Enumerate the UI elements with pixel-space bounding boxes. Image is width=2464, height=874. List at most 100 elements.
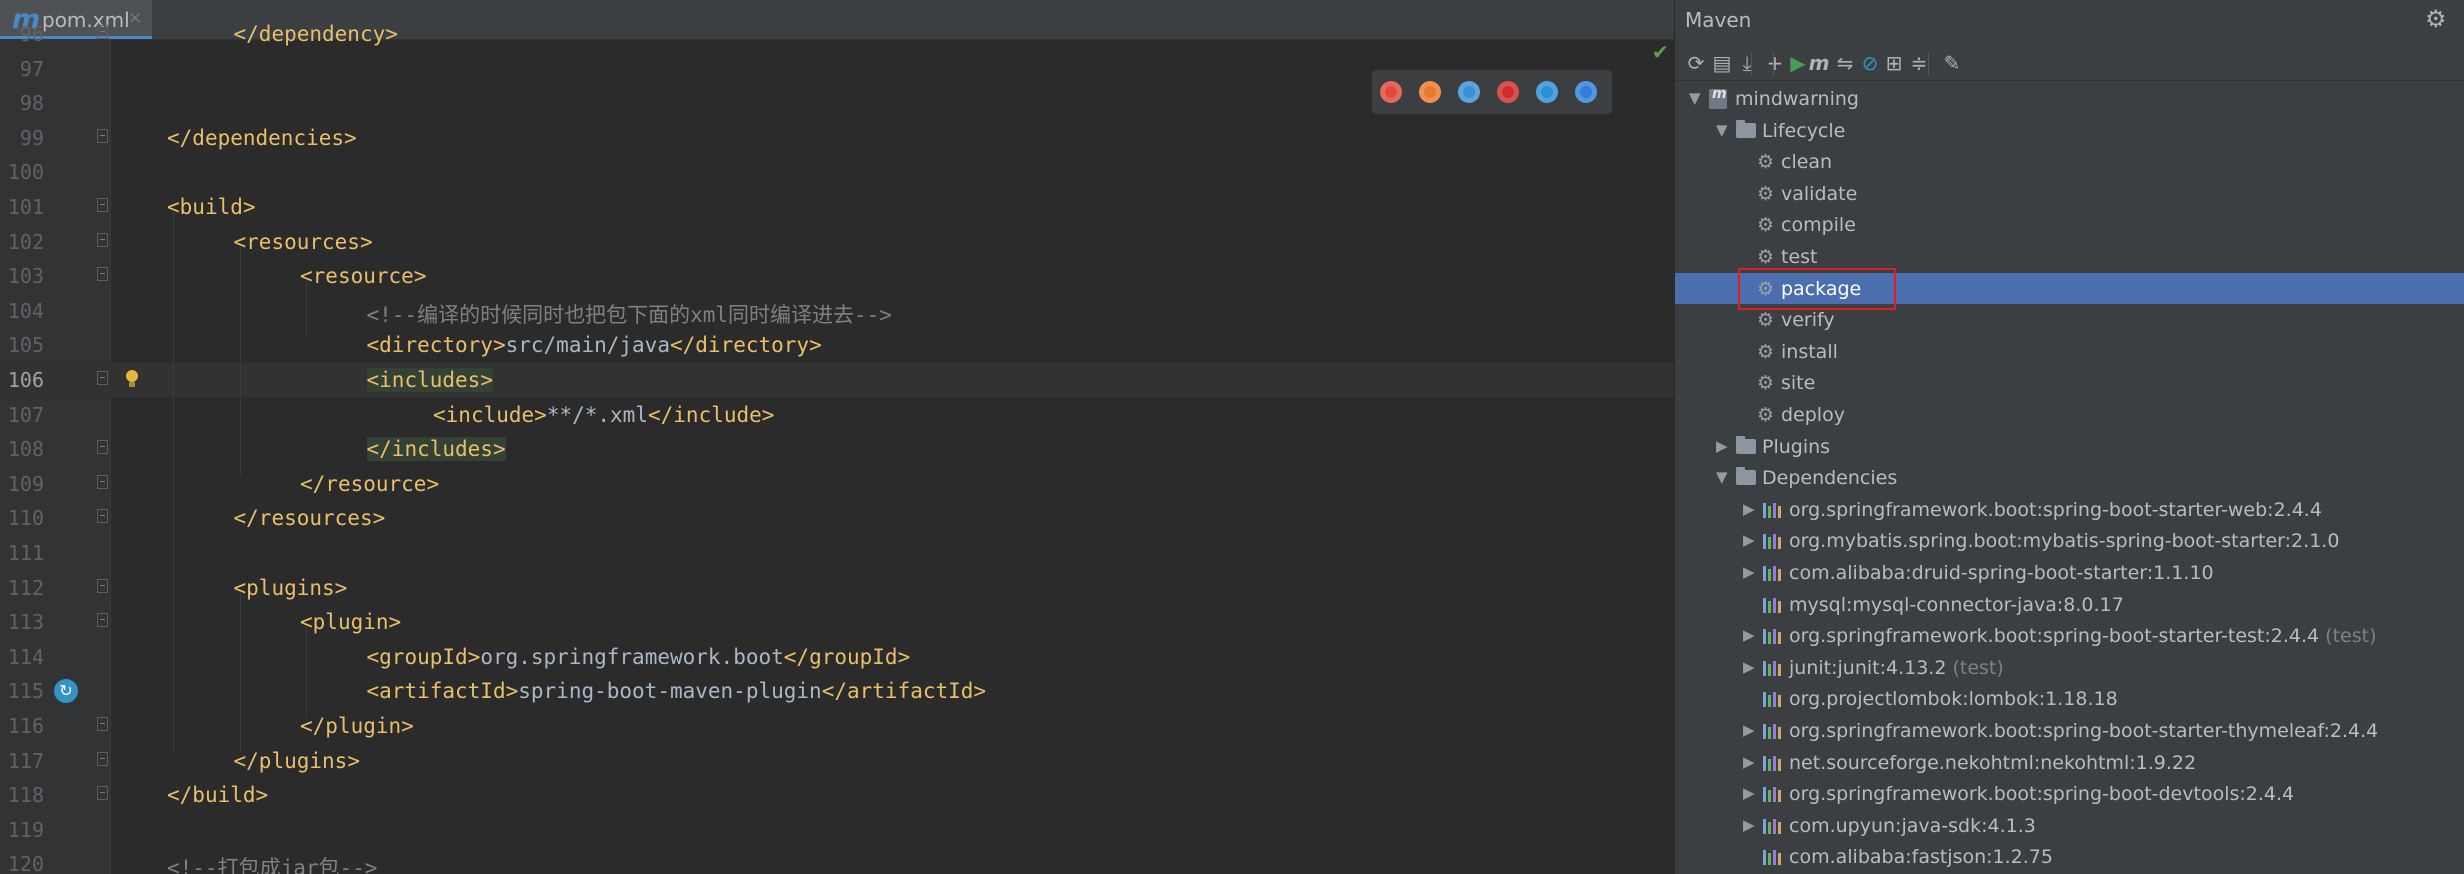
dependency-item[interactable]: ▶ org.springframework.boot:spring-boot-st… — [1675, 620, 2464, 651]
code-line[interactable]: 114 <groupId>org.springframework.boot</gr… — [0, 640, 1674, 674]
dependency-item[interactable]: ▶ org.mybatis.spring.boot:mybatis-spring-… — [1675, 525, 2464, 556]
firefox-icon[interactable] — [1419, 81, 1441, 103]
chevron-right-icon[interactable]: ▶ — [1743, 500, 1755, 518]
download-icon[interactable]: ⤓ — [1732, 48, 1762, 78]
fold-marker-icon[interactable] — [97, 474, 108, 489]
chevron-right-icon[interactable]: ▶ — [1743, 658, 1755, 676]
line-number: 114 — [7, 644, 44, 669]
code-line[interactable]: 108 </includes> — [0, 432, 1674, 466]
chevron-right-icon[interactable]: ▶ — [1743, 816, 1755, 834]
safari-icon[interactable] — [1458, 81, 1480, 103]
code-line[interactable]: 111 — [0, 536, 1674, 570]
lifecycle-goal-validate[interactable]: ⚙ validate — [1675, 178, 2464, 209]
dependency-item[interactable]: ▶ com.alibaba:druid-spring-boot-starter:1… — [1675, 557, 2464, 588]
dependency-item[interactable]: org.projectlombok:lombok:1.18.18 — [1675, 683, 2464, 714]
tree-node-lifecycle[interactable]: ▼ Lifecycle — [1675, 115, 2464, 146]
code-line[interactable]: 120 <!--打包成jar包--> — [0, 847, 1674, 874]
gear-icon[interactable]: ⚙ — [2425, 5, 2447, 33]
chevron-down-icon[interactable]: ▼ — [1716, 468, 1728, 486]
lightbulb-icon[interactable] — [124, 370, 140, 388]
chevron-right-icon[interactable]: ▶ — [1743, 784, 1755, 802]
code-text: <resource> — [300, 264, 427, 289]
code-line[interactable]: 96 </dependency> — [0, 17, 1674, 51]
fold-marker-icon[interactable] — [97, 717, 108, 731]
chevron-right-icon[interactable]: ▶ — [1743, 753, 1755, 771]
lifecycle-goal-package[interactable]: ⚙ package — [1675, 272, 2464, 304]
fold-marker-icon[interactable] — [97, 613, 108, 628]
tree-item-label: com.upyun:java-sdk:4.1.3 — [1789, 815, 2036, 837]
edge-icon[interactable] — [1575, 81, 1597, 103]
code-line[interactable]: 116 </plugin> — [0, 709, 1674, 743]
opera-icon[interactable] — [1497, 81, 1519, 103]
code-line[interactable]: 115 ↻ <artifactId>spring-boot-maven-plugin… — [0, 674, 1674, 708]
chevron-right-icon[interactable]: ▶ — [1743, 626, 1755, 644]
dependency-item[interactable]: ▶ com.upyun:java-sdk:4.1.3 — [1675, 810, 2464, 841]
code-line[interactable]: 119 — [0, 813, 1674, 847]
fold-marker-icon[interactable] — [97, 128, 108, 143]
lifecycle-goal-install[interactable]: ⚙ install — [1675, 336, 2464, 367]
code-line[interactable]: 107 <include>**/*.xml</include> — [0, 398, 1674, 432]
fold-marker-icon[interactable] — [97, 440, 108, 455]
lifecycle-goal-verify[interactable]: ⚙ verify — [1675, 304, 2464, 335]
code-line[interactable]: 100 — [0, 155, 1674, 189]
tree-item-text: org.projectlombok:lombok:1.18.18 — [1789, 688, 2118, 711]
tree-node-plugins[interactable]: ▶ Plugins — [1675, 431, 2464, 462]
code-line[interactable]: 106 <includes> — [0, 363, 1674, 397]
code-line[interactable]: 118 </build> — [0, 778, 1674, 812]
lifecycle-goal-test[interactable]: ⚙ test — [1675, 241, 2464, 272]
chevron-right-icon[interactable]: ▶ — [1743, 563, 1755, 581]
tree-item-text: org.springframework.boot:spring-boot-sta… — [1789, 720, 2379, 742]
fold-marker-icon[interactable] — [97, 509, 108, 524]
fold-marker-icon[interactable] — [97, 786, 108, 801]
fold-marker-icon[interactable] — [97, 578, 108, 593]
dependency-item[interactable]: com.alibaba:fastjson:1.2.75 — [1675, 841, 2464, 872]
code-line[interactable]: 113 <plugin> — [0, 605, 1674, 639]
code-line[interactable]: 104 <!--编译的时候同时也把包下面的xml同时编译进去--> — [0, 294, 1674, 328]
tree-item-label: site — [1781, 372, 1815, 394]
maven-reload-gutter-icon[interactable]: ↻ — [54, 679, 78, 704]
lifecycle-goal-site[interactable]: ⚙ site — [1675, 367, 2464, 398]
fold-marker-icon[interactable] — [97, 267, 108, 282]
dependency-item[interactable]: ▶ org.springframework.boot:spring-boot-st… — [1675, 715, 2464, 746]
chevron-down-icon[interactable]: ▼ — [1716, 121, 1728, 139]
code-line[interactable]: 110 </resources> — [0, 501, 1674, 535]
chevron-right-icon[interactable]: ▶ — [1716, 437, 1728, 455]
tree-node-mindwarning[interactable]: ▼ mindwarning — [1675, 83, 2464, 114]
library-icon — [1763, 724, 1783, 739]
code-editor[interactable]: m pom.xml × 96 </dependency> 97 98 99 </depen… — [0, 0, 1674, 874]
code-line[interactable]: 105 <directory>src/main/java</directory> — [0, 328, 1674, 362]
lifecycle-goal-deploy[interactable]: ⚙ deploy — [1675, 399, 2464, 430]
dependency-item[interactable]: ▶ org.springframework.boot:spring-boot-st… — [1675, 494, 2464, 525]
fold-marker-icon[interactable] — [97, 198, 108, 212]
code-line[interactable]: 101 <build> — [0, 190, 1674, 224]
collapse-all-icon[interactable]: ≑ — [1904, 48, 1934, 78]
lifecycle-goal-clean[interactable]: ⚙ clean — [1675, 146, 2464, 177]
chevron-right-icon[interactable]: ▶ — [1743, 721, 1755, 739]
dependency-item[interactable]: ▶ junit:junit:4.13.2 (test) — [1675, 652, 2464, 683]
chevron-right-icon[interactable]: ▶ — [1743, 531, 1755, 549]
code-line[interactable]: 103 <resource> — [0, 259, 1674, 293]
dependency-item[interactable]: mysql:mysql-connector-java:8.0.17 — [1675, 589, 2464, 620]
code-line[interactable]: 117 </plugins> — [0, 744, 1674, 778]
tree-item-text: Lifecycle — [1762, 119, 1846, 142]
code-line[interactable]: 109 </resource> — [0, 467, 1674, 501]
code-line[interactable]: 102 <resources> — [0, 225, 1674, 259]
code-line[interactable]: 112 <plugins> — [0, 571, 1674, 605]
fold-marker-icon[interactable] — [97, 25, 108, 39]
dependency-item[interactable]: ▶ net.sourceforge.nekohtml:nekohtml:1.9.2… — [1675, 747, 2464, 778]
tree-item-text: mindwarning — [1735, 88, 1859, 110]
settings-wrench-icon[interactable]: ✎ — [1937, 48, 1967, 78]
fold-marker-icon[interactable] — [97, 371, 108, 385]
tree-node-dependencies[interactable]: ▼ Dependencies — [1675, 462, 2464, 493]
ie-icon[interactable] — [1536, 81, 1558, 103]
chrome-icon[interactable] — [1380, 81, 1402, 103]
chevron-down-icon[interactable]: ▼ — [1689, 89, 1701, 107]
code-text: <build> — [167, 195, 256, 219]
code-line[interactable]: 99 </dependencies> — [0, 121, 1674, 155]
indent-guide — [306, 627, 307, 717]
lifecycle-goal-compile[interactable]: ⚙ compile — [1675, 209, 2464, 240]
fold-marker-icon[interactable] — [97, 751, 108, 766]
xml-tag: build — [179, 195, 243, 219]
dependency-item[interactable]: ▶ org.springframework.boot:spring-boot-de… — [1675, 778, 2464, 809]
fold-marker-icon[interactable] — [97, 232, 108, 247]
